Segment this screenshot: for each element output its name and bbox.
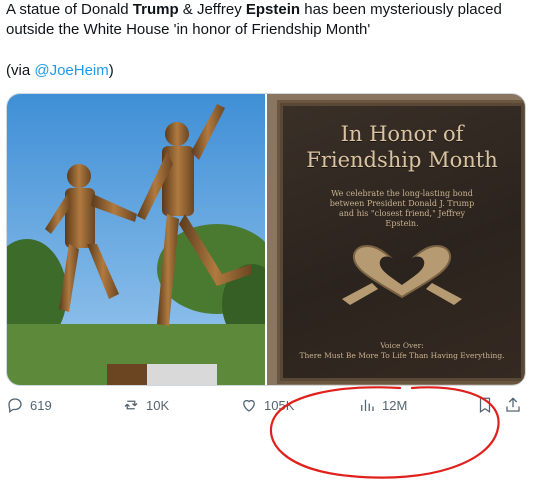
tweet-text-part: & Jeffrey (178, 1, 246, 18)
like-count: 105K (264, 397, 295, 413)
views-button[interactable]: 12M (358, 396, 407, 414)
tweet-text-part: A statue of Donald (6, 1, 133, 18)
reply-count: 619 (30, 397, 52, 413)
tweet-media[interactable]: In Honor of Friendship Month We celebrat… (6, 93, 526, 386)
plaque-photo[interactable]: In Honor of Friendship Month We celebrat… (267, 94, 525, 385)
plaque-footer-line2: There Must Be More To Life Than Having E… (299, 351, 505, 360)
like-icon (243, 399, 255, 412)
repost-button[interactable]: 10K (122, 396, 169, 414)
plaque-title-line2: Friendship Month (306, 148, 498, 172)
tweet-via: (via @JoeHeim) (6, 61, 114, 81)
like-button[interactable]: 105K (240, 396, 294, 414)
reply-icon (8, 398, 22, 414)
views-count: 12M (382, 397, 408, 413)
heart-hands-icon (342, 245, 462, 305)
via-prefix: (via (6, 62, 35, 79)
plaque-footer-line1: Voice Over: (380, 341, 424, 350)
plaque-title-line1: In Honor of (340, 122, 464, 146)
share-icon (506, 397, 520, 412)
repost-count: 10K (146, 397, 170, 413)
via-suffix: ) (108, 62, 114, 79)
mention-link[interactable]: @JoeHeim (34, 62, 108, 79)
plaque-footer: Voice Over: There Must Be More To Life T… (280, 341, 524, 361)
bookmark-button[interactable] (476, 396, 494, 414)
repost-icon (124, 400, 138, 410)
tweet-text-bold: Epstein (245, 1, 301, 18)
tweet-text: A statue of Donald Trump & Jeffrey Epste… (6, 0, 526, 40)
statue-photo-art (7, 94, 265, 385)
plaque: In Honor of Friendship Month We celebrat… (277, 100, 525, 384)
plaque-body: We celebrate the long-lasting bond betwe… (329, 189, 475, 228)
views-icon (361, 399, 374, 411)
statue-photo[interactable] (7, 94, 265, 385)
share-button[interactable] (504, 396, 522, 414)
bookmark-icon (479, 397, 491, 413)
tweet-text-bold: Trump (132, 1, 179, 18)
reply-button[interactable]: 619 (6, 396, 52, 414)
tweet-actions: 619 10K 105K 12M (6, 396, 526, 418)
